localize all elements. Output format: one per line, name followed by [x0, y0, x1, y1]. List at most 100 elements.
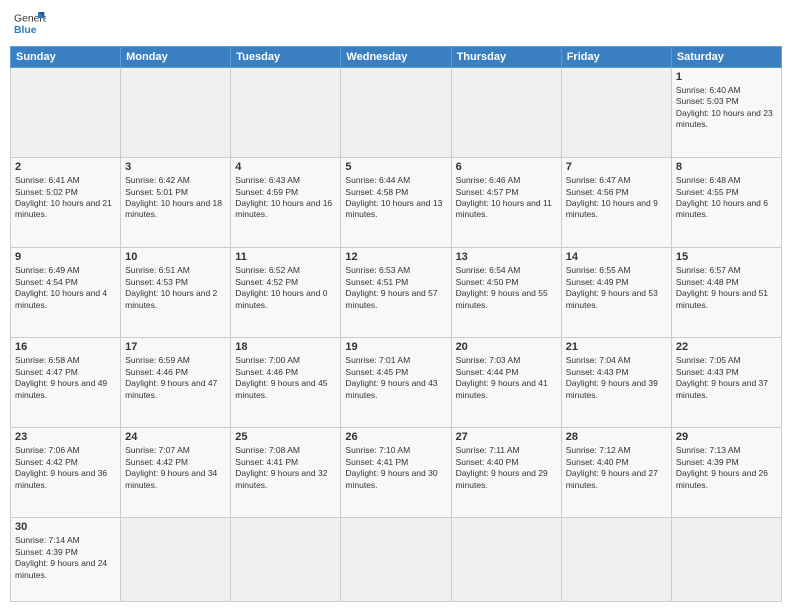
calendar-cell: 5 Sunrise: 6:44 AMSunset: 4:58 PMDaylight…	[341, 158, 451, 248]
calendar-cell	[341, 68, 451, 158]
day-info: Sunrise: 6:49 AMSunset: 4:54 PMDaylight:…	[15, 265, 116, 311]
weekday-header-tuesday: Tuesday	[231, 47, 341, 68]
day-info: Sunrise: 6:53 AMSunset: 4:51 PMDaylight:…	[345, 265, 446, 311]
calendar-cell: 3Sunrise: 6:42 AMSunset: 5:01 PMDaylight…	[121, 158, 231, 248]
day-number: 1	[676, 71, 777, 83]
calendar-week-row: 23Sunrise: 7:06 AMSunset: 4:42 PMDayligh…	[11, 428, 782, 518]
day-number: 14	[566, 251, 667, 263]
calendar-cell: 19 Sunrise: 7:01 AMSunset: 4:45 PMDayligh…	[341, 338, 451, 428]
calendar-cell: 12 Sunrise: 6:53 AMSunset: 4:51 PMDayligh…	[341, 248, 451, 338]
calendar-week-row: 1 Sunrise: 6:40 AMSunset: 5:03 PMDaylight…	[11, 68, 782, 158]
day-number: 28	[566, 431, 667, 443]
calendar-cell: 27Sunrise: 7:11 AMSunset: 4:40 PMDayligh…	[451, 428, 561, 518]
calendar-cell	[231, 518, 341, 602]
calendar-cell: 11 Sunrise: 6:52 AMSunset: 4:52 PMDayligh…	[231, 248, 341, 338]
calendar-cell: 14 Sunrise: 6:55 AMSunset: 4:49 PMDayligh…	[561, 248, 671, 338]
calendar-cell: 17Sunrise: 6:59 AMSunset: 4:46 PMDayligh…	[121, 338, 231, 428]
day-info: Sunrise: 7:07 AMSunset: 4:42 PMDaylight:…	[125, 445, 226, 491]
calendar-cell	[451, 518, 561, 602]
day-number: 30	[15, 521, 116, 533]
header: General Blue	[10, 10, 782, 38]
day-number: 15	[676, 251, 777, 263]
day-number: 24	[125, 431, 226, 443]
day-info: Sunrise: 6:51 AMSunset: 4:53 PMDaylight:…	[125, 265, 226, 311]
calendar-week-row: 2 Sunrise: 6:41 AMSunset: 5:02 PMDaylight…	[11, 158, 782, 248]
calendar-cell	[671, 518, 781, 602]
calendar-cell	[11, 68, 121, 158]
day-number: 11	[235, 251, 336, 263]
day-info: Sunrise: 7:12 AMSunset: 4:40 PMDaylight:…	[566, 445, 667, 491]
calendar-cell	[121, 518, 231, 602]
day-number: 3	[125, 161, 226, 173]
weekday-header-wednesday: Wednesday	[341, 47, 451, 68]
day-info: Sunrise: 7:00 AMSunset: 4:46 PMDaylight:…	[235, 355, 336, 401]
calendar-cell: 8 Sunrise: 6:48 AMSunset: 4:55 PMDaylight…	[671, 158, 781, 248]
day-info: Sunrise: 6:48 AMSunset: 4:55 PMDaylight:…	[676, 175, 777, 221]
calendar-cell: 4Sunrise: 6:43 AMSunset: 4:59 PMDaylight…	[231, 158, 341, 248]
calendar-cell	[561, 68, 671, 158]
calendar-cell: 10 Sunrise: 6:51 AMSunset: 4:53 PMDayligh…	[121, 248, 231, 338]
calendar-cell: 16Sunrise: 6:58 AMSunset: 4:47 PMDayligh…	[11, 338, 121, 428]
day-info: Sunrise: 6:52 AMSunset: 4:52 PMDaylight:…	[235, 265, 336, 311]
calendar-cell: 26Sunrise: 7:10 AMSunset: 4:41 PMDayligh…	[341, 428, 451, 518]
calendar-cell: 23Sunrise: 7:06 AMSunset: 4:42 PMDayligh…	[11, 428, 121, 518]
weekday-header-sunday: Sunday	[11, 47, 121, 68]
calendar-cell: 25 Sunrise: 7:08 AMSunset: 4:41 PMDayligh…	[231, 428, 341, 518]
day-info: Sunrise: 6:44 AMSunset: 4:58 PMDaylight:…	[345, 175, 446, 221]
calendar-cell	[451, 68, 561, 158]
calendar-page: General Blue SundayMondayTuesdayWednesda…	[0, 0, 792, 612]
generalblue-logo-icon: General Blue	[14, 10, 46, 38]
day-info: Sunrise: 7:01 AMSunset: 4:45 PMDaylight:…	[345, 355, 446, 401]
day-number: 12	[345, 251, 446, 263]
calendar-cell: 18 Sunrise: 7:00 AMSunset: 4:46 PMDayligh…	[231, 338, 341, 428]
day-number: 5	[345, 161, 446, 173]
weekday-header-row: SundayMondayTuesdayWednesdayThursdayFrid…	[11, 47, 782, 68]
day-number: 29	[676, 431, 777, 443]
calendar-cell: 24 Sunrise: 7:07 AMSunset: 4:42 PMDayligh…	[121, 428, 231, 518]
calendar-cell	[121, 68, 231, 158]
calendar-table: SundayMondayTuesdayWednesdayThursdayFrid…	[10, 46, 782, 602]
calendar-cell: 9 Sunrise: 6:49 AMSunset: 4:54 PMDaylight…	[11, 248, 121, 338]
svg-text:Blue: Blue	[14, 25, 37, 36]
day-number: 18	[235, 341, 336, 353]
weekday-header-thursday: Thursday	[451, 47, 561, 68]
day-info: Sunrise: 6:55 AMSunset: 4:49 PMDaylight:…	[566, 265, 667, 311]
day-info: Sunrise: 6:41 AMSunset: 5:02 PMDaylight:…	[15, 175, 116, 221]
day-info: Sunrise: 6:47 AMSunset: 4:56 PMDaylight:…	[566, 175, 667, 221]
day-number: 22	[676, 341, 777, 353]
day-number: 10	[125, 251, 226, 263]
weekday-header-friday: Friday	[561, 47, 671, 68]
day-number: 20	[456, 341, 557, 353]
day-info: Sunrise: 7:08 AMSunset: 4:41 PMDaylight:…	[235, 445, 336, 491]
day-info: Sunrise: 6:54 AMSunset: 4:50 PMDaylight:…	[456, 265, 557, 311]
calendar-week-row: 16Sunrise: 6:58 AMSunset: 4:47 PMDayligh…	[11, 338, 782, 428]
calendar-cell: 2 Sunrise: 6:41 AMSunset: 5:02 PMDaylight…	[11, 158, 121, 248]
logo: General Blue	[14, 10, 46, 38]
day-number: 19	[345, 341, 446, 353]
calendar-cell: 7 Sunrise: 6:47 AMSunset: 4:56 PMDaylight…	[561, 158, 671, 248]
day-info: Sunrise: 7:03 AMSunset: 4:44 PMDaylight:…	[456, 355, 557, 401]
calendar-cell: 13Sunrise: 6:54 AMSunset: 4:50 PMDayligh…	[451, 248, 561, 338]
day-number: 26	[345, 431, 446, 443]
day-info: Sunrise: 6:57 AMSunset: 4:48 PMDaylight:…	[676, 265, 777, 311]
day-number: 25	[235, 431, 336, 443]
day-info: Sunrise: 7:13 AMSunset: 4:39 PMDaylight:…	[676, 445, 777, 491]
day-number: 8	[676, 161, 777, 173]
day-number: 17	[125, 341, 226, 353]
calendar-cell	[231, 68, 341, 158]
calendar-week-row: 9 Sunrise: 6:49 AMSunset: 4:54 PMDaylight…	[11, 248, 782, 338]
weekday-header-monday: Monday	[121, 47, 231, 68]
day-info: Sunrise: 7:04 AMSunset: 4:43 PMDaylight:…	[566, 355, 667, 401]
calendar-cell: 6Sunrise: 6:46 AMSunset: 4:57 PMDaylight…	[451, 158, 561, 248]
day-info: Sunrise: 7:14 AMSunset: 4:39 PMDaylight:…	[15, 535, 116, 581]
calendar-cell: 21 Sunrise: 7:04 AMSunset: 4:43 PMDayligh…	[561, 338, 671, 428]
day-number: 7	[566, 161, 667, 173]
day-number: 9	[15, 251, 116, 263]
day-number: 2	[15, 161, 116, 173]
day-info: Sunrise: 6:40 AMSunset: 5:03 PMDaylight:…	[676, 85, 777, 131]
day-info: Sunrise: 7:06 AMSunset: 4:42 PMDaylight:…	[15, 445, 116, 491]
day-number: 27	[456, 431, 557, 443]
day-info: Sunrise: 6:43 AMSunset: 4:59 PMDaylight:…	[235, 175, 336, 221]
day-number: 21	[566, 341, 667, 353]
calendar-cell: 28 Sunrise: 7:12 AMSunset: 4:40 PMDayligh…	[561, 428, 671, 518]
